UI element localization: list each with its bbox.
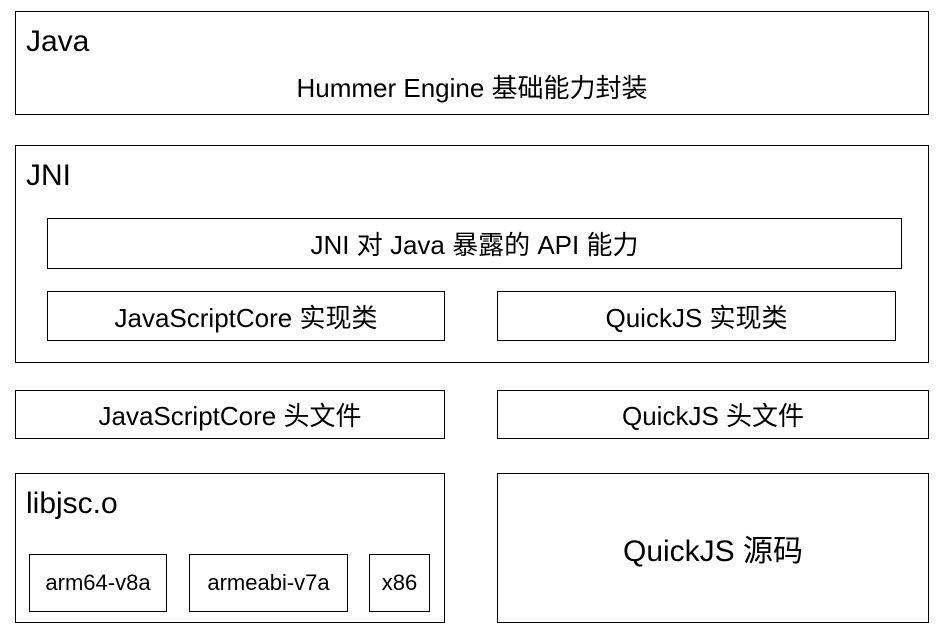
jsc-header-box: JavaScriptCore 头文件 xyxy=(15,390,445,439)
quickjs-source-box: QuickJS 源码 xyxy=(497,473,929,623)
java-layer-label: Java xyxy=(26,25,90,58)
abi-arm64-v8a-box: arm64-v8a xyxy=(29,554,167,612)
jni-quickjs-impl-box: QuickJS 实现类 xyxy=(497,291,896,341)
libjsc-label: libjsc.o xyxy=(26,487,118,520)
jni-api-box: JNI 对 Java 暴露的 API 能力 xyxy=(47,218,902,269)
abi-x86-box: x86 xyxy=(369,554,430,612)
abi-armeabi-v7a-box: armeabi-v7a xyxy=(189,554,348,612)
java-layer-box: Java Hummer Engine 基础能力封装 xyxy=(15,11,929,115)
jni-jsc-impl-box: JavaScriptCore 实现类 xyxy=(47,291,445,341)
quickjs-header-box: QuickJS 头文件 xyxy=(497,390,929,439)
jni-layer-label: JNI xyxy=(26,159,71,192)
java-layer-caption: Hummer Engine 基础能力封装 xyxy=(296,73,648,103)
